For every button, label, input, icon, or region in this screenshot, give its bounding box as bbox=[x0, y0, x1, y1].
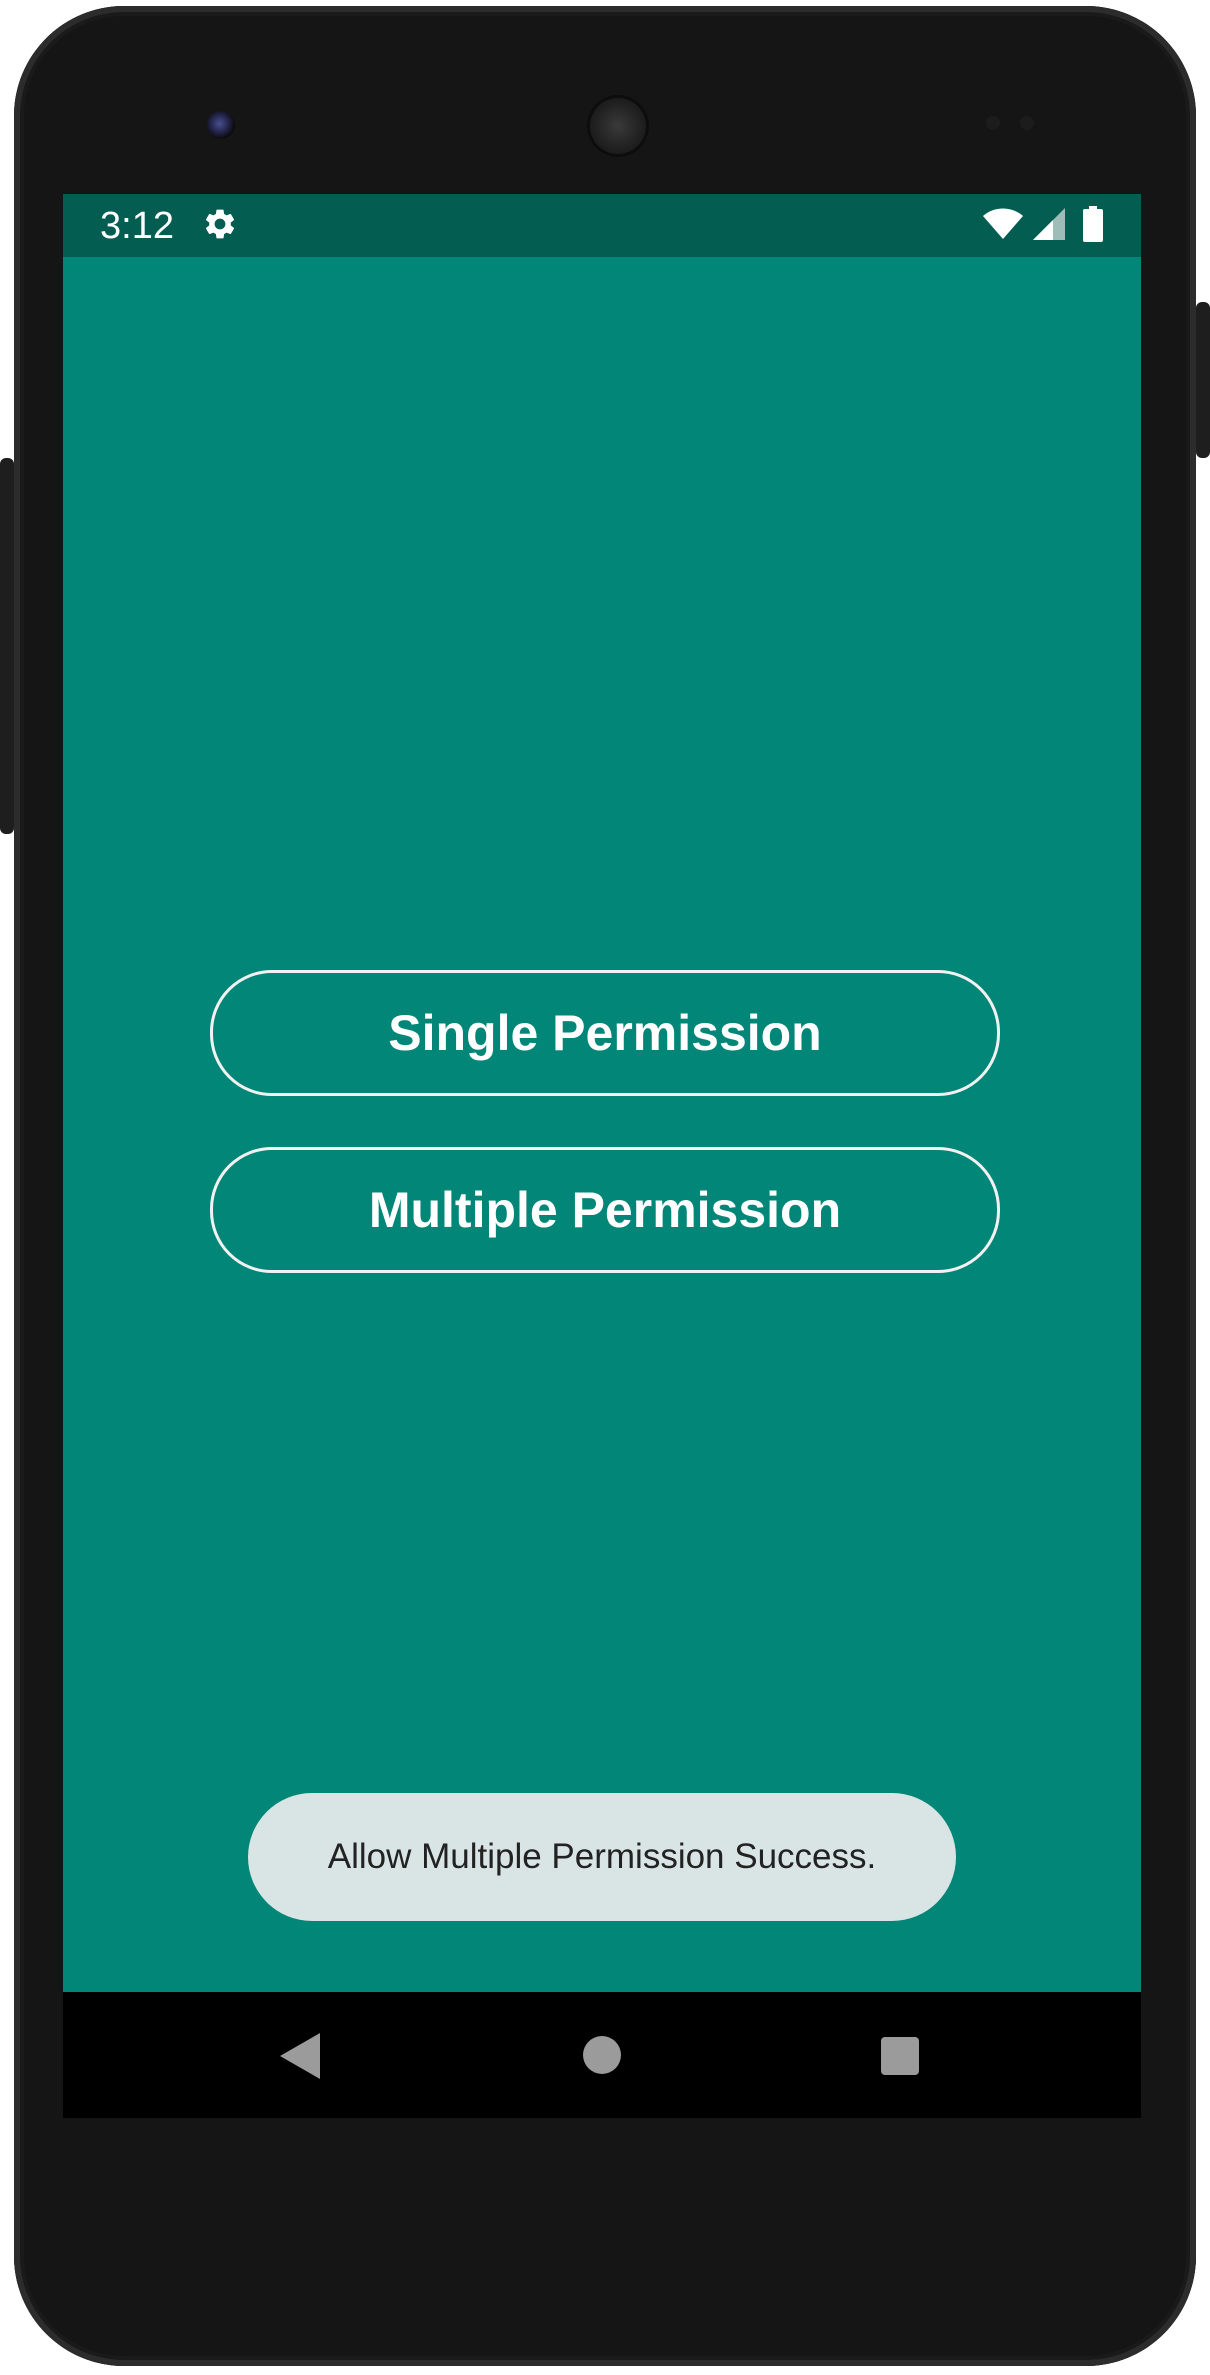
single-permission-button[interactable]: Single Permission bbox=[210, 970, 1000, 1096]
toast-message: Allow Multiple Permission Success. bbox=[248, 1793, 956, 1921]
app-screen: 3:12 Single Permission Multiple Permissi… bbox=[63, 194, 1141, 2114]
proximity-sensors bbox=[986, 112, 1046, 130]
status-time: 3:12 bbox=[100, 205, 174, 247]
earpiece-speaker bbox=[590, 98, 646, 154]
device-power-button bbox=[1196, 302, 1210, 458]
battery-icon bbox=[1083, 206, 1103, 242]
front-camera bbox=[207, 111, 235, 139]
navigation-bar bbox=[63, 1992, 1141, 2118]
status-bar: 3:12 bbox=[63, 194, 1141, 257]
cell-signal-icon bbox=[1033, 208, 1065, 240]
back-icon[interactable] bbox=[280, 2033, 320, 2079]
device-volume-button bbox=[0, 458, 14, 834]
recents-icon[interactable] bbox=[881, 2037, 919, 2075]
gear-icon bbox=[205, 209, 235, 239]
wifi-icon bbox=[983, 208, 1023, 239]
multiple-permission-button[interactable]: Multiple Permission bbox=[210, 1147, 1000, 1273]
home-icon[interactable] bbox=[583, 2036, 621, 2074]
